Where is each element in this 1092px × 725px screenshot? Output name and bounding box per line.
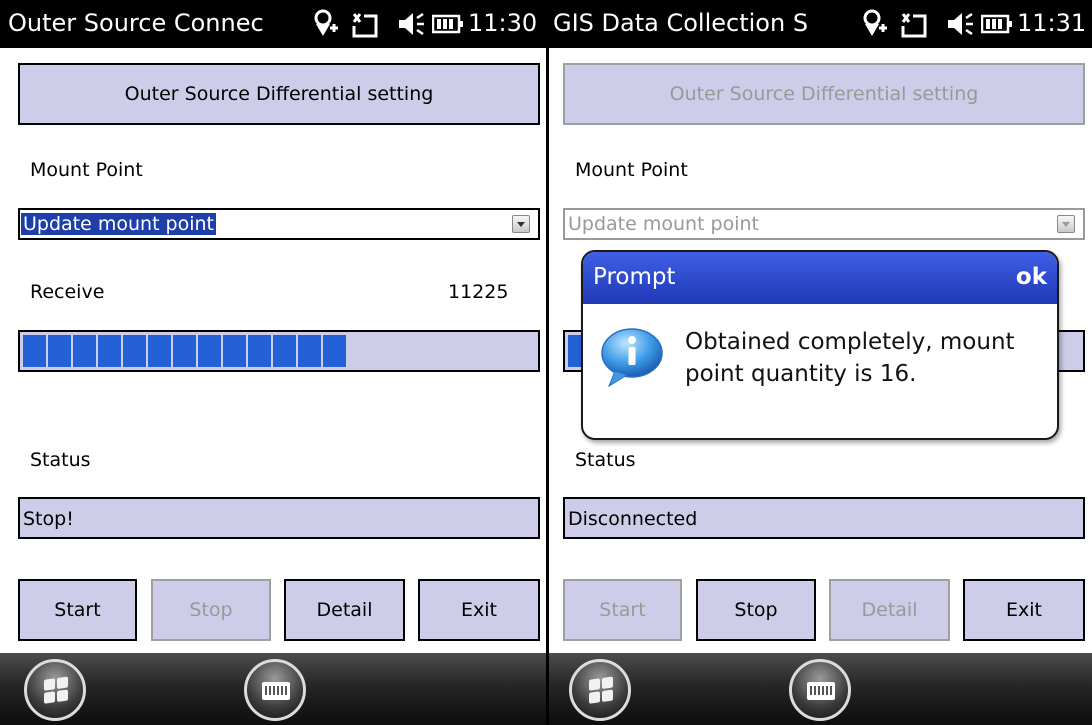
receive-count: 11225	[448, 281, 509, 303]
dialog-message: Obtained completely, mount point quantit…	[685, 329, 1015, 387]
differential-setting-button[interactable]: Outer Source Differential setting	[18, 63, 540, 125]
keyboard-icon	[262, 682, 290, 700]
windows-start-button[interactable]	[24, 659, 86, 721]
progress-segment	[23, 335, 46, 367]
receive-label: Receive	[30, 281, 105, 303]
left-screen: Outer Source Connec 11:30 Outer Source D…	[0, 0, 546, 725]
exit-button[interactable]: Exit	[963, 579, 1085, 641]
exit-button[interactable]: Exit	[418, 579, 540, 641]
progress-segment	[173, 335, 196, 367]
progress-segment	[323, 335, 346, 367]
progress-segment	[223, 335, 246, 367]
windows-start-icon	[589, 676, 615, 706]
dialog-title: Prompt	[593, 264, 676, 290]
taskbar	[549, 653, 1092, 725]
progress-segment	[298, 335, 321, 367]
detail-button[interactable]: Detail	[284, 579, 405, 641]
gps-icon	[863, 9, 887, 36]
windows-start-button[interactable]	[569, 659, 631, 721]
dialog-header: Prompt ok	[583, 252, 1057, 304]
keyboard-icon	[807, 682, 835, 700]
progress-segment	[123, 335, 146, 367]
progress-segment	[248, 335, 271, 367]
receive-progress-bar	[18, 330, 540, 372]
mount-point-dropdown[interactable]: Update mount point	[18, 208, 540, 240]
volume-icon	[399, 12, 424, 36]
status-label: Status	[575, 449, 636, 471]
mount-point-value: Update mount point	[21, 213, 217, 235]
prompt-dialog: Prompt ok Obtained completely, mount poi…	[581, 250, 1059, 440]
right-screen: GIS Data Collection S 11:31 Outer Source…	[549, 0, 1092, 725]
status-bar: GIS Data Collection S 11:31	[549, 0, 1092, 48]
mount-point-dropdown[interactable]: Update mount point	[563, 208, 1085, 240]
stop-button[interactable]: Stop	[151, 579, 271, 641]
progress-segment	[148, 335, 171, 367]
info-icon	[601, 328, 663, 388]
detail-button[interactable]: Detail	[829, 579, 950, 641]
windows-start-icon	[44, 676, 70, 706]
gps-icon	[314, 9, 338, 36]
taskbar	[0, 653, 546, 725]
status-bar: Outer Source Connec 11:30	[0, 0, 546, 48]
stop-button[interactable]: Stop	[696, 579, 816, 641]
differential-setting-button[interactable]: Outer Source Differential setting	[563, 63, 1085, 125]
dropdown-arrow-icon[interactable]	[1057, 215, 1075, 233]
progress-segment	[48, 335, 71, 367]
window-title[interactable]: GIS Data Collection S	[553, 9, 839, 37]
start-button[interactable]: Start	[563, 579, 682, 641]
clock[interactable]: 11:30	[468, 9, 537, 37]
progress-segment	[73, 335, 96, 367]
battery-icon	[981, 14, 1012, 34]
mount-point-label: Mount Point	[575, 159, 688, 181]
progress-segment	[98, 335, 121, 367]
sync-icon	[901, 13, 927, 38]
status-label: Status	[30, 449, 91, 471]
dropdown-arrow-icon[interactable]	[512, 215, 530, 233]
sync-icon	[352, 13, 378, 38]
progress-segment	[198, 335, 221, 367]
window-title[interactable]: Outer Source Connec	[8, 9, 290, 37]
status-field: Disconnected	[563, 497, 1085, 539]
volume-icon	[948, 12, 973, 36]
mount-point-value: Update mount point	[568, 213, 760, 235]
status-field: Stop!	[18, 497, 540, 539]
keyboard-button[interactable]	[789, 659, 851, 721]
dialog-ok-button[interactable]: ok	[1016, 264, 1047, 290]
start-button[interactable]: Start	[18, 579, 137, 641]
mount-point-label: Mount Point	[30, 159, 143, 181]
clock[interactable]: 11:31	[1017, 9, 1086, 37]
keyboard-button[interactable]	[244, 659, 306, 721]
battery-icon	[432, 14, 463, 34]
progress-segment	[273, 335, 296, 367]
progress-fill	[23, 335, 535, 367]
